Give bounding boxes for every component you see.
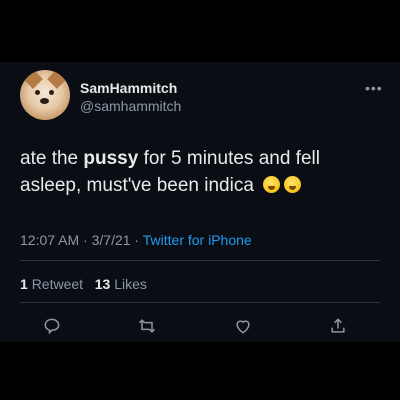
avatar-nose — [40, 98, 49, 104]
meta-separator: · — [130, 232, 143, 248]
tweet-source-link[interactable]: Twitter for iPhone — [143, 232, 252, 248]
tweet-text-bold: pussy — [83, 148, 139, 169]
share-icon[interactable] — [326, 314, 350, 338]
avatar-eye-right — [49, 90, 54, 95]
zipper-mouth-emoji-icon — [263, 176, 281, 193]
meta-separator: · — [79, 232, 92, 248]
tweet-actions — [40, 314, 350, 338]
tweet-text: ate the pussy for 5 minutes and fell asl… — [20, 145, 375, 199]
avatar-eye-left — [35, 90, 40, 95]
zipper-mouth-emoji-icon — [284, 176, 302, 193]
retweets-label[interactable]: Retweet — [32, 276, 83, 292]
like-icon[interactable] — [231, 314, 255, 338]
user-handle[interactable]: @samhammitch — [80, 98, 181, 114]
divider — [20, 302, 380, 303]
tweet-meta: 12:07 AM · 3/7/21 · Twitter for iPhone — [20, 232, 252, 248]
tweet-stats: 1 Retweet 13 Likes — [20, 276, 147, 292]
tweet-date: 3/7/21 — [91, 232, 131, 248]
retweet-icon[interactable] — [135, 314, 159, 338]
display-name[interactable]: SamHammitch — [80, 80, 177, 96]
likes-count[interactable]: 13 — [95, 276, 111, 292]
more-options-icon[interactable]: ••• — [365, 80, 383, 96]
tweet-text-part1: ate the — [20, 148, 84, 169]
tweet-time: 12:07 AM — [20, 232, 80, 248]
retweets-count[interactable]: 1 — [20, 276, 28, 292]
reply-icon[interactable] — [40, 314, 64, 338]
likes-label[interactable]: Likes — [114, 276, 147, 292]
user-avatar[interactable] — [20, 70, 70, 120]
divider — [20, 260, 380, 261]
